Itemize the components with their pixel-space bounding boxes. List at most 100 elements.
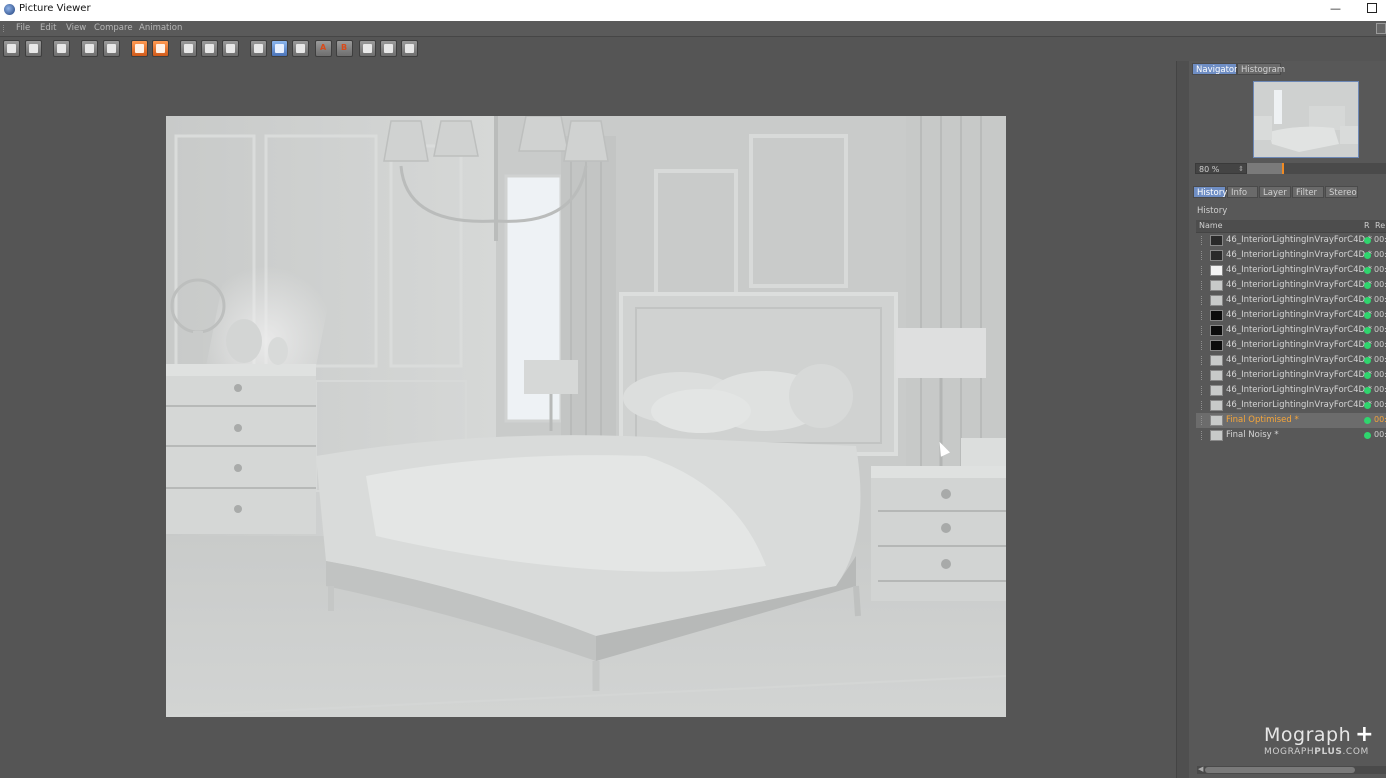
status-dot-icon (1364, 282, 1371, 289)
history-scrollbar[interactable]: ◀ (1197, 765, 1386, 774)
status-dot-icon (1364, 252, 1371, 259)
tree-line (1201, 251, 1203, 260)
menu-file[interactable]: File (16, 23, 30, 33)
compare-icon[interactable] (201, 40, 218, 57)
history-row[interactable]: 46_InteriorLightingInVrayForC4D * 00: (1196, 278, 1386, 293)
b-icon[interactable]: B (336, 40, 353, 57)
row-thumbnail (1210, 340, 1223, 351)
row-thumbnail (1210, 355, 1223, 366)
tree-line (1201, 266, 1203, 275)
copy-icon[interactable] (131, 40, 148, 57)
tree-line (1201, 431, 1203, 440)
zoom-stepper-icon[interactable]: ⇕ (1238, 164, 1244, 175)
status-dot-icon (1364, 387, 1371, 394)
history-row[interactable]: Final Optimised * 00: (1196, 413, 1386, 428)
save-icon[interactable] (25, 40, 42, 57)
history-row[interactable]: 46_InteriorLightingInVrayForC4D * 00: (1196, 368, 1386, 383)
maximize-icon[interactable] (1367, 3, 1377, 13)
channel-icon[interactable] (292, 40, 309, 57)
history-row[interactable]: 46_InteriorLightingInVrayForC4D * 00: (1196, 323, 1386, 338)
status-dot-icon (1364, 327, 1371, 334)
tab-history[interactable]: History (1193, 186, 1227, 198)
history-row[interactable]: 46_InteriorLightingInVrayForC4D * 00: (1196, 233, 1386, 248)
tab-histogram[interactable]: Histogram (1237, 63, 1285, 75)
row-name: 46_InteriorLightingInVrayForC4D * (1226, 340, 1372, 350)
export-icon[interactable] (103, 40, 120, 57)
rendered-image (166, 116, 1006, 717)
swap-icon[interactable] (359, 40, 376, 57)
history-row[interactable]: 46_InteriorLightingInVrayForC4D * 00: (1196, 308, 1386, 323)
tree-line (1201, 326, 1203, 335)
a-icon[interactable]: A (315, 40, 332, 57)
view-icon[interactable] (180, 40, 197, 57)
tab-navigator[interactable]: Navigator (1192, 63, 1238, 75)
tree-line (1201, 296, 1203, 305)
zoom-input[interactable]: 80 % ⇕ (1195, 163, 1247, 174)
tab-info[interactable]: Info (1227, 186, 1258, 198)
row-thumbnail (1210, 280, 1223, 291)
menu-compare[interactable]: Compare (94, 23, 133, 33)
column-r[interactable]: R (1364, 221, 1370, 230)
tab-filter[interactable]: Filter (1292, 186, 1324, 198)
split-icon[interactable] (380, 40, 397, 57)
zoom-slider-handle[interactable] (1282, 163, 1284, 174)
column-name[interactable]: Name (1199, 221, 1223, 230)
row-name: 46_InteriorLightingInVrayForC4D * (1226, 370, 1372, 380)
tab-stereo[interactable]: Stereo (1325, 186, 1358, 198)
menu-view[interactable]: View (66, 23, 86, 33)
status-dot-icon (1364, 372, 1371, 379)
fit-icon[interactable] (401, 40, 418, 57)
history-row[interactable]: 46_InteriorLightingInVrayForC4D * 00: (1196, 353, 1386, 368)
navigator-thumbnail[interactable] (1253, 81, 1359, 158)
row-r-value: 00: (1374, 310, 1386, 319)
history-row[interactable]: 46_InteriorLightingInVrayForC4D * 00: (1196, 383, 1386, 398)
row-r-value: 00: (1374, 400, 1386, 409)
row-name: 46_InteriorLightingInVrayForC4D * (1226, 325, 1372, 335)
paste-icon[interactable] (152, 40, 169, 57)
history-row[interactable]: 46_InteriorLightingInVrayForC4D * 00: (1196, 248, 1386, 263)
status-dot-icon (1364, 417, 1371, 424)
row-r-value: 00: (1374, 325, 1386, 334)
image-viewport[interactable] (0, 61, 1176, 778)
column-re[interactable]: Re (1375, 221, 1385, 230)
row-thumbnail (1210, 295, 1223, 306)
channel-icon[interactable] (271, 40, 288, 57)
open-icon[interactable] (3, 40, 20, 57)
layout-icon[interactable] (1376, 23, 1386, 34)
window-title: Picture Viewer (19, 3, 91, 14)
channel-icon[interactable] (250, 40, 267, 57)
row-r-value: 00: (1374, 385, 1386, 394)
status-dot-icon (1364, 237, 1371, 244)
scroll-left-icon[interactable]: ◀ (1198, 765, 1203, 773)
row-thumbnail (1210, 415, 1223, 426)
row-name: 46_InteriorLightingInVrayForC4D * (1226, 295, 1372, 305)
panel-splitter[interactable] (1176, 61, 1189, 778)
history-row[interactable]: 46_InteriorLightingInVrayForC4D * 00: (1196, 398, 1386, 413)
minimize-icon[interactable]: — (1330, 2, 1341, 15)
history-row[interactable]: 46_InteriorLightingInVrayForC4D * 00: (1196, 293, 1386, 308)
zoom-slider[interactable] (1247, 163, 1386, 174)
menu-animation[interactable]: Animation (139, 23, 182, 33)
ab-icon[interactable] (222, 40, 239, 57)
status-dot-icon (1364, 342, 1371, 349)
history-row[interactable]: 46_InteriorLightingInVrayForC4D * 00: (1196, 338, 1386, 353)
status-dot-icon (1364, 357, 1371, 364)
row-r-value: 00: (1374, 235, 1386, 244)
region-icon[interactable] (81, 40, 98, 57)
row-thumbnail (1210, 400, 1223, 411)
row-name: 46_InteriorLightingInVrayForC4D * (1226, 310, 1372, 320)
render-settings-icon[interactable] (53, 40, 70, 57)
grip-icon (3, 25, 8, 32)
history-row[interactable]: 46_InteriorLightingInVrayForC4D * 00: (1196, 263, 1386, 278)
row-thumbnail (1210, 235, 1223, 246)
logo-brand: Mograph (1264, 724, 1352, 746)
scrollbar-thumb[interactable] (1205, 767, 1355, 773)
row-r-value: 00: (1374, 265, 1386, 274)
tab-layer[interactable]: Layer (1259, 186, 1291, 198)
zoom-slider-fill (1247, 163, 1282, 174)
history-row[interactable]: Final Noisy * 00: (1196, 428, 1386, 443)
row-r-value: 00: (1374, 370, 1386, 379)
tree-line (1201, 281, 1203, 290)
row-name: 46_InteriorLightingInVrayForC4D * (1226, 250, 1372, 260)
menu-edit[interactable]: Edit (40, 23, 56, 33)
